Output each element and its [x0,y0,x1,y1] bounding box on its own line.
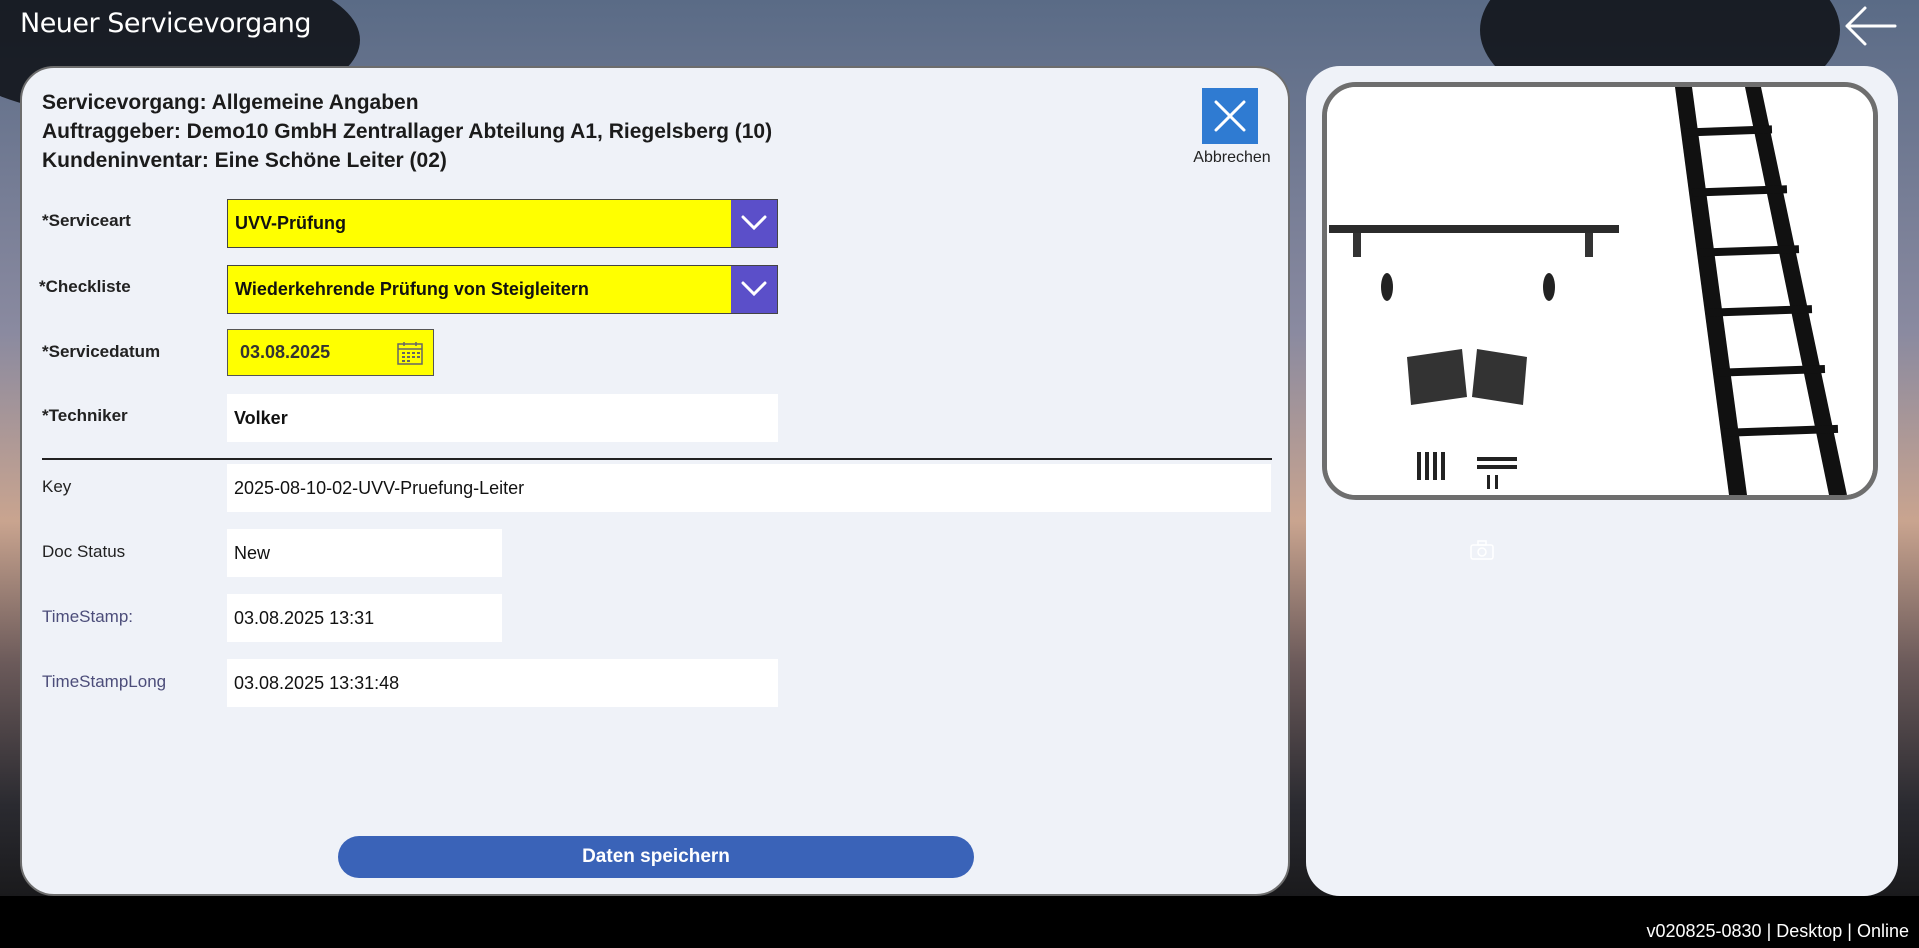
checkliste-value: Wiederkehrende Prüfung von Steigleitern [235,279,589,299]
close-icon [1214,100,1246,132]
image-panel [1306,66,1898,896]
timestamplong-label: TimeStampLong [42,672,167,691]
serviceart-dropdown[interactable]: UVV-Prüfung [227,199,778,248]
key-field[interactable]: 2025-08-10-02-UVV-Pruefung-Leiter [227,464,1271,512]
timestamplong-value: 03.08.2025 13:31:48 [234,673,400,693]
timestamp-label: TimeStamp: [42,607,134,626]
top-bar: Neuer Servicevorgang [0,0,1919,52]
status-bar [0,896,1919,948]
checkliste-dropdown[interactable]: Wiederkehrende Prüfung von Steigleitern [227,265,778,314]
serviceart-label: *Serviceart [42,211,131,230]
timestamp-field[interactable]: 03.08.2025 13:31 [227,594,502,642]
save-button[interactable]: Daten speichern [338,836,974,878]
servicedatum-value: 03.08.2025 [240,342,331,362]
techniker-value: Volker [234,408,288,428]
cancel-label[interactable]: Abbrechen [1182,149,1282,167]
timestamplong-field[interactable]: 03.08.2025 13:31:48 [227,659,778,707]
cancel-button[interactable] [1202,88,1258,144]
calendar-icon[interactable] [397,341,423,365]
header-line-inventory: Kundeninventar: Eine Schöne Leiter (02) [42,149,447,172]
form-header: Servicevorgang: Allgemeine Angaben Auftr… [42,88,772,175]
form-panel: Servicevorgang: Allgemeine Angaben Auftr… [20,66,1290,896]
timestamp-value: 03.08.2025 13:31 [234,608,375,628]
back-arrow-icon[interactable] [1843,4,1899,48]
key-label: Key [42,477,72,496]
techniker-field[interactable]: Volker [227,394,778,442]
key-value: 2025-08-10-02-UVV-Pruefung-Leiter [234,478,525,498]
docstatus-field[interactable]: New [227,529,502,577]
docstatus-label: Doc Status [42,542,126,561]
docstatus-value: New [234,543,271,563]
version-status: v020825-0830 | Desktop | Online [1646,921,1909,941]
header-line-title: Servicevorgang: Allgemeine Angaben [42,91,419,114]
camera-icon[interactable] [1470,540,1494,560]
techniker-label: *Techniker [42,406,128,425]
servicedatum-picker[interactable]: 03.08.2025 [227,329,434,376]
chevron-down-icon[interactable] [731,200,777,247]
checkliste-label: *Checkliste [39,277,131,296]
servicedatum-label: *Servicedatum [42,342,161,361]
chevron-down-icon[interactable] [731,266,777,313]
app-title: Neuer Servicevorgang [20,8,312,39]
inventory-photo[interactable] [1322,82,1878,500]
ladder-image [1327,87,1873,495]
header-line-client: Auftraggeber: Demo10 GmbH Zentrallager A… [42,120,773,143]
section-divider [42,458,1272,460]
serviceart-value: UVV-Prüfung [235,213,346,233]
